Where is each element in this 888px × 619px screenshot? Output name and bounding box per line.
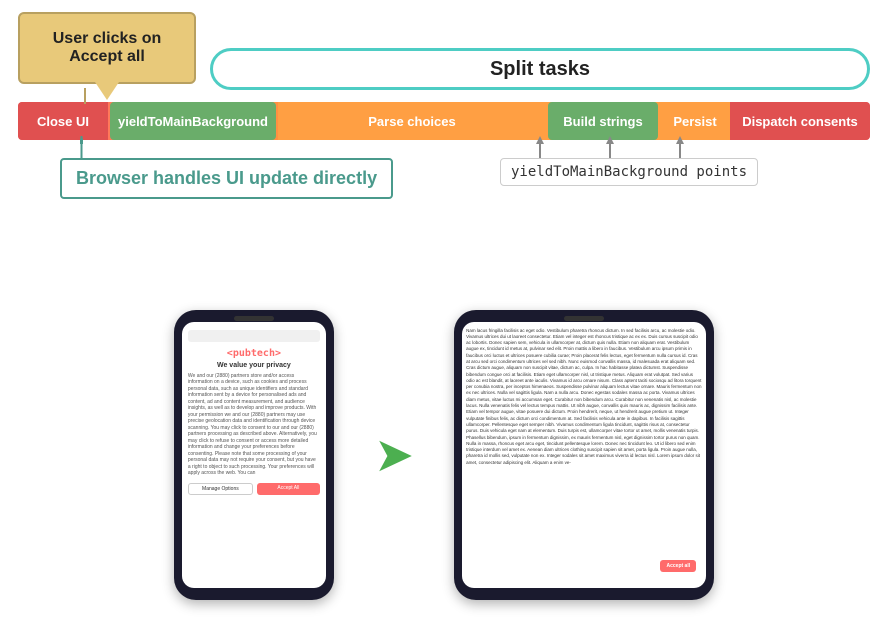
pipeline-build-strings: Build strings — [548, 102, 658, 140]
user-clicks-label: User clicks on Accept all — [53, 30, 162, 66]
user-clicks-box: User clicks on Accept all — [18, 12, 196, 84]
phones-area: <pubtech> We value your privacy We and o… — [0, 290, 888, 619]
manage-options-button[interactable]: Manage Options — [188, 483, 253, 495]
pipeline-dispatch: Dispatch consents — [730, 102, 870, 140]
pipeline-row: Close UI yieldToMainBackground Parse cho… — [18, 102, 870, 140]
phone-article: Nam lacus fringilla facilisis ac eget od… — [454, 310, 714, 600]
pipeline-persist: Persist — [660, 102, 730, 140]
pipeline-parse-choices: Parse choices — [278, 102, 546, 140]
consent-title: We value your privacy — [188, 362, 320, 369]
consent-body: We and our (2880) partners store and/or … — [188, 373, 320, 477]
browser-label: Browser handles UI update directly — [60, 158, 393, 199]
split-tasks-banner: Split tasks — [210, 48, 870, 90]
accept-all-overlay: Accept all — [660, 560, 696, 572]
consent-content: <pubtech> We value your privacy We and o… — [182, 322, 326, 503]
consent-topbar — [188, 330, 320, 342]
phones-arrow: ➤ — [374, 427, 414, 483]
consent-logo: <pubtech> — [188, 348, 320, 359]
phone-article-screen: Nam lacus fringilla facilisis ac eget od… — [462, 322, 706, 588]
phone-consent-screen: <pubtech> We value your privacy We and o… — [182, 322, 326, 588]
user-clicks-arrow — [80, 88, 90, 104]
split-tasks-label: Split tasks — [490, 58, 590, 81]
consent-buttons: Manage Options Accept All — [188, 483, 320, 495]
diagram-area: User clicks on Accept all Split tasks Cl… — [0, 0, 888, 290]
yield-points-arrows — [530, 136, 730, 158]
arrow-browser-up — [80, 136, 83, 158]
accept-all-button[interactable]: Accept All — [257, 483, 320, 495]
phone-consent: <pubtech> We value your privacy We and o… — [174, 310, 334, 600]
article-content: Nam lacus fringilla facilisis ac eget od… — [462, 322, 706, 588]
pipeline-close-ui: Close UI — [18, 102, 108, 140]
pipeline-yield-main: yieldToMainBackground — [110, 102, 276, 140]
yield-points-label: yieldToMainBackground points — [500, 158, 758, 186]
